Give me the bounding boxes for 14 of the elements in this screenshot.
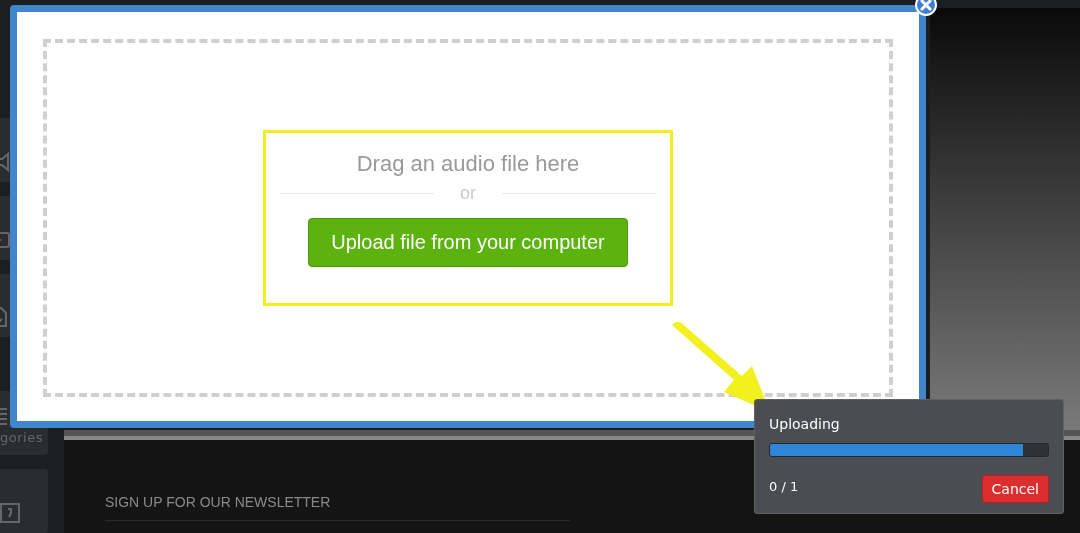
newsletter-heading: SIGN UP FOR OUR NEWSLETTER [105,494,332,510]
upload-button[interactable]: Upload file from your computer [308,218,628,267]
drop-hint: Drag an audio file here [356,151,580,177]
speaker-icon [0,151,10,172]
close-icon[interactable] [915,0,937,16]
upload-status-title: Uploading [769,416,841,432]
document-icon [0,307,10,328]
video-icon [0,229,10,250]
quote-icon [0,503,22,523]
sidebar-item[interactable] [0,469,48,533]
cancel-button[interactable]: Cancel [981,475,1049,503]
file-count: 0 / 1 [769,478,799,494]
sidebar-label: gories [0,430,43,446]
list-icon [0,406,10,427]
